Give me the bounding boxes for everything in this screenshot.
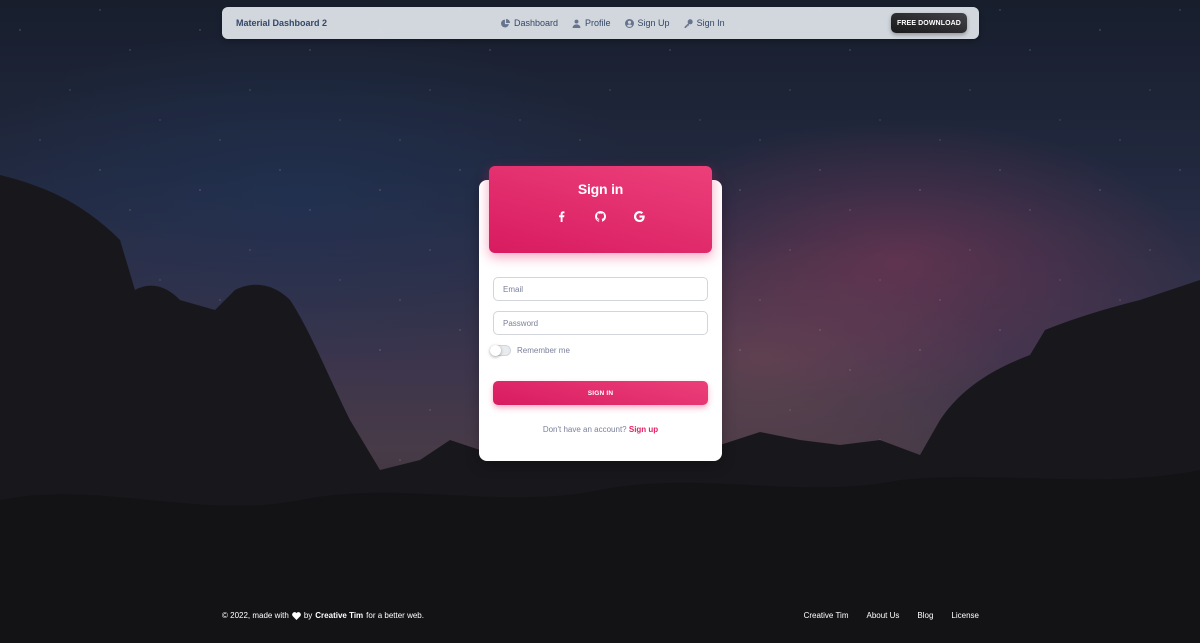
nav-link-sign-in[interactable]: Sign In bbox=[684, 18, 725, 28]
footer-link-about-us[interactable]: About Us bbox=[867, 611, 900, 620]
nav-link-sign-up[interactable]: Sign Up bbox=[624, 18, 670, 28]
remember-me-row: Remember me bbox=[490, 345, 570, 356]
sign-up-link[interactable]: Sign up bbox=[629, 425, 658, 434]
social-login-row bbox=[489, 210, 712, 222]
copyright-text: © 2022, made with bbox=[222, 611, 289, 620]
google-login-button[interactable] bbox=[634, 210, 646, 222]
github-icon bbox=[595, 210, 606, 222]
brand-logo-text[interactable]: Material Dashboard 2 bbox=[236, 18, 327, 28]
google-icon bbox=[634, 210, 645, 222]
facebook-login-button[interactable] bbox=[556, 210, 568, 222]
nav-links: Dashboard Profile Sign Up Sign In bbox=[501, 18, 725, 28]
nav-link-profile[interactable]: Profile bbox=[572, 18, 611, 28]
user-circle-icon bbox=[624, 18, 634, 28]
free-download-button[interactable]: FREE DOWNLOAD bbox=[891, 13, 967, 33]
signup-prompt-text: Don't have an account? bbox=[542, 425, 627, 434]
user-icon bbox=[572, 19, 581, 28]
footer-link-blog[interactable]: Blog bbox=[917, 611, 933, 620]
heart-icon bbox=[291, 611, 301, 620]
password-input[interactable] bbox=[493, 311, 708, 335]
remember-me-toggle[interactable] bbox=[490, 345, 511, 356]
github-login-button[interactable] bbox=[595, 210, 607, 222]
card-title: Sign in bbox=[577, 181, 624, 197]
nav-link-label: Sign Up bbox=[637, 18, 670, 28]
author-link[interactable]: Creative Tim bbox=[315, 611, 363, 620]
email-input[interactable] bbox=[493, 277, 708, 301]
pie-chart-icon bbox=[501, 18, 510, 27]
remember-me-label[interactable]: Remember me bbox=[517, 346, 570, 355]
footer-link-creative-tim[interactable]: Creative Tim bbox=[804, 611, 849, 620]
nav-link-label: Sign In bbox=[696, 18, 725, 28]
sign-in-card-header: Sign in bbox=[489, 166, 712, 253]
suffix-text: for a better web. bbox=[366, 611, 424, 620]
top-navbar: Material Dashboard 2 Dashboard Profile S… bbox=[222, 7, 979, 39]
footer-links: Creative Tim About Us Blog License bbox=[804, 611, 979, 620]
nav-link-dashboard[interactable]: Dashboard bbox=[501, 18, 558, 28]
toggle-knob bbox=[490, 345, 501, 356]
facebook-icon bbox=[559, 210, 565, 222]
sign-in-button[interactable]: SIGN IN bbox=[493, 381, 708, 405]
nav-link-label: Dashboard bbox=[514, 18, 559, 28]
nav-link-label: Profile bbox=[585, 18, 611, 28]
footer-link-license[interactable]: License bbox=[951, 611, 979, 620]
by-text: by bbox=[303, 611, 313, 620]
key-icon bbox=[684, 18, 693, 28]
signup-prompt-row: Don't have an account? Sign up bbox=[479, 425, 722, 434]
footer-copyright: © 2022, made with by Creative Tim for a … bbox=[222, 611, 424, 620]
